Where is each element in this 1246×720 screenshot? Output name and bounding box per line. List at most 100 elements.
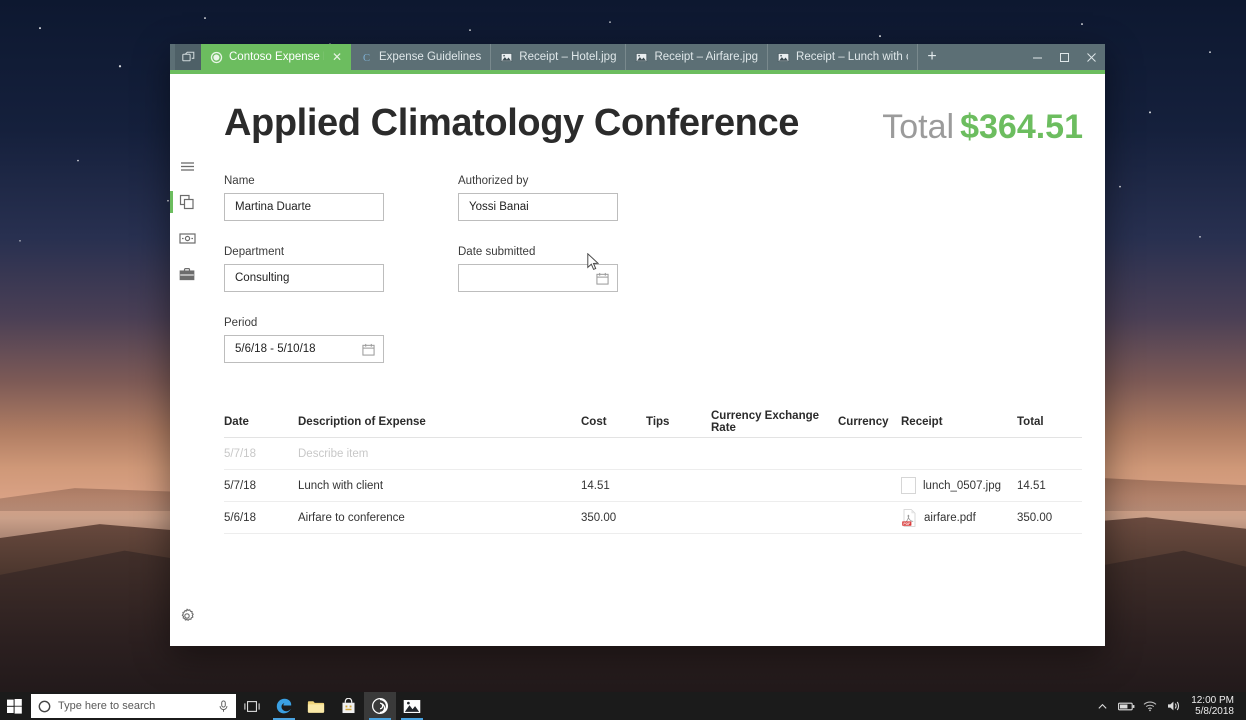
cell-description[interactable]: Airfare to conference: [298, 512, 581, 524]
app-content-area: Applied Climatology Conference Total $364…: [170, 74, 1105, 646]
folder-icon: [307, 700, 325, 713]
page-header: Applied Climatology Conference Total $364…: [224, 102, 1083, 147]
image-thumbnail-icon: [901, 477, 916, 494]
field-value: Martina Duarte: [235, 201, 312, 213]
contoso-icon: [210, 51, 223, 63]
cell-receipt[interactable]: PDF airfare.pdf: [901, 508, 1017, 527]
taskbar-microsoft-store[interactable]: [332, 692, 364, 720]
tab-strip: Contoso Expense Rep ✕ C Expense Guidelin…: [170, 44, 1105, 74]
cell-description[interactable]: Describe item: [298, 448, 581, 460]
cell-date[interactable]: 5/6/18: [224, 512, 298, 524]
new-tab-button[interactable]: +: [918, 44, 946, 70]
taskbar-contoso-browser[interactable]: [364, 692, 396, 720]
pdf-file-icon: PDF: [902, 508, 916, 527]
image-icon: [636, 52, 648, 62]
cell-cost[interactable]: 14.51: [581, 480, 646, 492]
chevron-up-icon[interactable]: [1091, 692, 1113, 720]
search-box[interactable]: Type here to search: [31, 694, 236, 718]
cell-date[interactable]: 5/7/18: [224, 480, 298, 492]
tab-receipt-hotel[interactable]: Receipt – Hotel.jpg: [491, 44, 627, 70]
receipt-filename[interactable]: lunch_0507.jpg: [923, 480, 1001, 492]
wifi-icon[interactable]: [1139, 692, 1161, 720]
sidebar-item-expense-reports[interactable]: [170, 186, 204, 218]
sidebar-item-menu[interactable]: [170, 150, 204, 182]
period-input[interactable]: 5/6/18 - 5/10/18: [224, 335, 384, 363]
image-icon: [777, 52, 790, 62]
taskbar-file-explorer[interactable]: [300, 692, 332, 720]
calendar-icon[interactable]: [362, 343, 375, 356]
cell-total: 350.00: [1017, 511, 1053, 524]
field-value: Consulting: [235, 272, 290, 284]
page-title: Applied Climatology Conference: [224, 102, 799, 144]
authorized-by-input[interactable]: Yossi Banai: [458, 193, 618, 221]
tab-label: Receipt – Lunch with clie: [796, 51, 908, 63]
table-row[interactable]: 5/7/18 Lunch with client 14.51 lunch_050…: [224, 470, 1082, 502]
clock-date: 5/8/2018: [1195, 706, 1234, 717]
windows-start-icon: [7, 698, 22, 714]
table-row-new-entry[interactable]: 5/7/18 Describe item: [224, 438, 1082, 470]
expense-reports-icon: [179, 194, 194, 210]
field-department: Department Consulting: [224, 246, 384, 292]
speaker-icon[interactable]: [1163, 692, 1185, 720]
column-header-cost: Cost: [581, 416, 607, 428]
taskbar-photos[interactable]: [396, 692, 428, 720]
column-header-currency: Currency: [838, 416, 889, 428]
column-header-exchange-rate: Currency Exchange Rate: [711, 410, 820, 434]
field-value: Yossi Banai: [469, 201, 529, 213]
svg-text:PDF: PDF: [903, 521, 910, 525]
sidebar-item-business[interactable]: [170, 258, 204, 290]
total-amount: $364.51: [960, 108, 1083, 146]
search-input[interactable]: Type here to search: [58, 700, 211, 712]
table-row[interactable]: 5/6/18 Airfare to conference 350.00 PDF: [224, 502, 1082, 534]
gear-icon: [181, 608, 194, 621]
expense-table: Date Description of Expense Cost Tips Cu…: [224, 407, 1082, 534]
close-button[interactable]: [1078, 44, 1105, 70]
taskbar-clock[interactable]: 12:00 PM 5/8/2018: [1187, 695, 1240, 717]
cell-receipt[interactable]: lunch_0507.jpg: [901, 477, 1017, 494]
taskbar-task-view[interactable]: [236, 692, 268, 720]
field-label: Department: [224, 246, 285, 258]
expense-report-page: Applied Climatology Conference Total $364…: [204, 74, 1105, 646]
name-input[interactable]: Martina Duarte: [224, 193, 384, 221]
cell-cost[interactable]: 350.00: [581, 512, 646, 524]
briefcase-icon: [179, 267, 195, 280]
receipt-filename[interactable]: airfare.pdf: [924, 512, 976, 524]
maximize-button[interactable]: [1051, 44, 1078, 70]
cell-total: 14.51: [1017, 479, 1046, 492]
sidebar-item-payments[interactable]: [170, 222, 204, 254]
column-header-total: Total: [1017, 416, 1044, 428]
taskbar-microsoft-edge[interactable]: [268, 692, 300, 720]
hamburger-menu-icon: [180, 161, 194, 171]
window-controls: [1024, 44, 1105, 70]
column-header-description: Description of Expense: [298, 416, 426, 428]
close-icon[interactable]: ✕: [332, 50, 342, 64]
field-name: Name Martina Duarte: [224, 175, 384, 221]
department-input[interactable]: Consulting: [224, 264, 384, 292]
calendar-icon[interactable]: [596, 272, 609, 285]
svg-text:C: C: [363, 53, 370, 64]
minimize-button[interactable]: [1024, 44, 1051, 70]
cell-description[interactable]: Lunch with client: [298, 480, 581, 492]
cortana-circle-icon: [38, 700, 51, 712]
tab-receipt-airfare[interactable]: Receipt – Airfare.jpg: [626, 44, 769, 70]
column-header-receipt: Receipt: [901, 416, 943, 428]
sidebar-item-settings[interactable]: [170, 608, 204, 624]
start-button[interactable]: [0, 692, 29, 720]
total-block: Total $364.51: [882, 104, 1083, 147]
field-period: Period 5/6/18 - 5/10/18: [224, 317, 384, 363]
battery-icon[interactable]: [1115, 692, 1137, 720]
tab-receipt-lunch[interactable]: Receipt – Lunch with clie: [768, 44, 919, 70]
microphone-icon[interactable]: [218, 699, 229, 713]
column-header-tips: Tips: [646, 416, 670, 428]
task-view-icon: [244, 700, 260, 712]
browser-window: Contoso Expense Rep ✕ C Expense Guidelin…: [170, 44, 1105, 646]
field-label: Period: [224, 317, 258, 329]
tab-expense-guidelines[interactable]: C Expense Guidelines: [351, 44, 492, 70]
app-sidebar: [170, 74, 204, 646]
browser-logo-icon: [175, 44, 201, 70]
tab-contoso-expense-report[interactable]: Contoso Expense Rep ✕: [201, 44, 351, 70]
photos-icon: [403, 699, 421, 713]
windows-taskbar: Type here to search 12:00 PM 5/8/2018: [0, 692, 1246, 720]
cell-date[interactable]: 5/7/18: [224, 448, 298, 460]
form-row-1: Name Martina Duarte Authorized by Yossi …: [224, 175, 1083, 221]
